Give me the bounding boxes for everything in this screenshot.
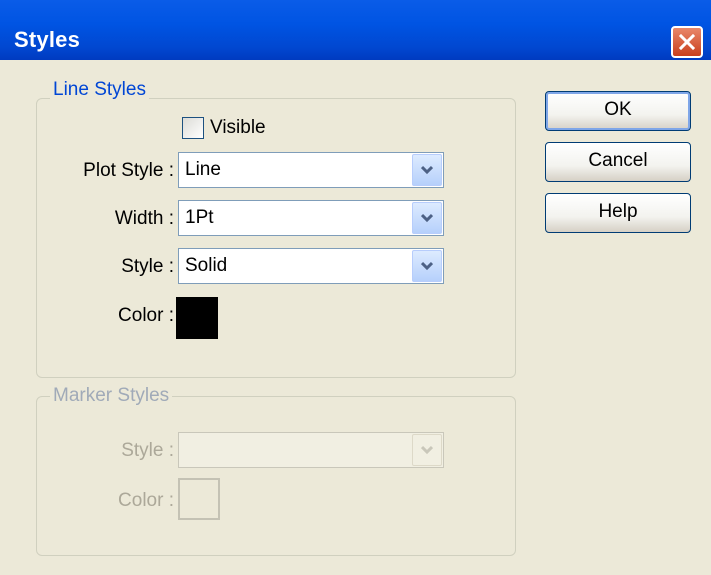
marker-styles-group (36, 396, 516, 556)
marker-color-label: Color : (118, 490, 174, 511)
line-color-swatch[interactable] (176, 297, 218, 339)
marker-style-dropdown-button[interactable] (412, 434, 442, 466)
styles-dialog: Styles Line Styles Visible Plot Style : … (0, 0, 711, 575)
chevron-down-icon (421, 261, 433, 271)
marker-color-swatch[interactable] (178, 478, 220, 520)
line-style-dropdown-button[interactable] (412, 250, 442, 282)
visible-label[interactable]: Visible (210, 117, 266, 139)
chevron-down-icon (421, 165, 433, 175)
close-icon (679, 34, 695, 50)
marker-styles-legend: Marker Styles (50, 385, 173, 407)
width-label: Width : (114, 208, 174, 229)
width-dropdown-button[interactable] (412, 202, 442, 234)
line-styles-legend: Line Styles (50, 79, 149, 101)
plot-style-select[interactable]: Line (178, 152, 444, 188)
plot-style-label: Plot Style : (83, 160, 174, 181)
chevron-down-icon (421, 445, 433, 455)
plot-style-dropdown-button[interactable] (412, 154, 442, 186)
plot-style-value: Line (185, 159, 221, 180)
ok-button[interactable]: OK (545, 91, 691, 131)
marker-style-label: Style : (121, 440, 174, 461)
close-button[interactable] (671, 26, 703, 58)
width-select[interactable]: 1Pt (178, 200, 444, 236)
line-style-value: Solid (185, 255, 228, 276)
width-value: 1Pt (185, 207, 214, 228)
line-style-select[interactable]: Solid (178, 248, 444, 284)
visible-checkbox[interactable] (182, 117, 204, 139)
chevron-down-icon (421, 213, 433, 223)
title-bar[interactable]: Styles (0, 0, 711, 60)
color-label: Color : (118, 305, 174, 326)
marker-style-select[interactable] (178, 432, 444, 468)
line-styles-group (36, 98, 516, 378)
cancel-button[interactable]: Cancel (545, 142, 691, 182)
help-button[interactable]: Help (545, 193, 691, 233)
style-label: Style : (121, 256, 174, 277)
window-title: Styles (14, 27, 81, 52)
